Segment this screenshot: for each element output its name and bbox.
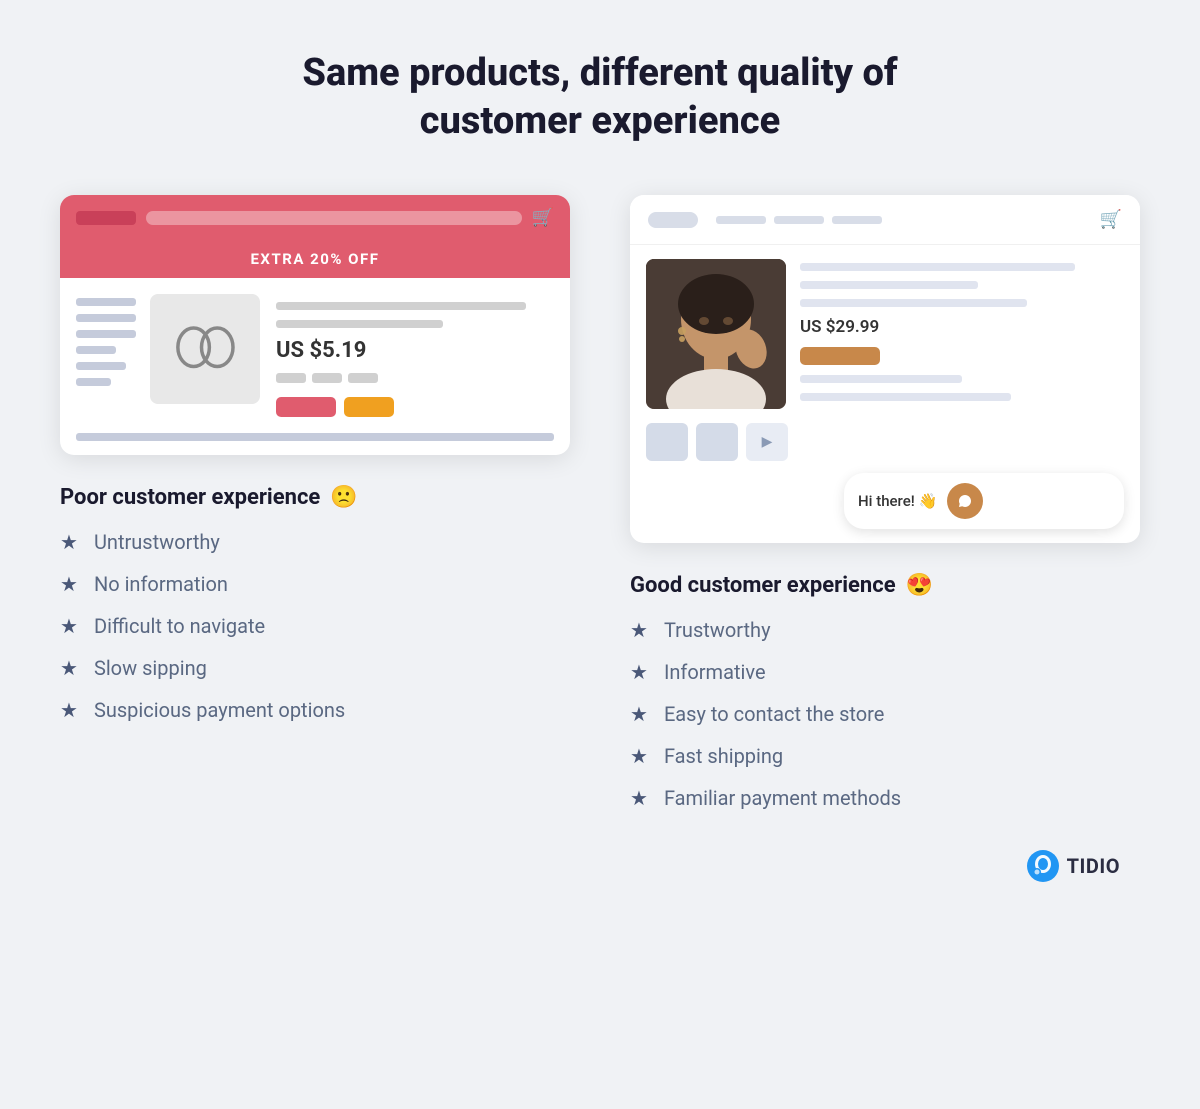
good-feature-3: Easy to contact the store bbox=[664, 702, 884, 726]
good-nav bbox=[716, 216, 1090, 224]
poor-feature-3: Difficult to navigate bbox=[94, 614, 265, 638]
poor-label: Poor customer experience 🙁 bbox=[60, 485, 570, 510]
good-info-line bbox=[800, 375, 962, 383]
star-icon: ★ bbox=[60, 614, 78, 638]
poor-header: 🛒 bbox=[60, 195, 570, 240]
good-info-line bbox=[800, 393, 1011, 401]
good-header: 🛒 bbox=[630, 195, 1140, 245]
poor-attr-box bbox=[276, 373, 306, 383]
good-label-text: Good customer experience bbox=[630, 573, 896, 598]
list-item: ★ Slow sipping bbox=[60, 656, 570, 680]
left-column: 🛒 EXTRA 20% OFF bbox=[60, 195, 570, 810]
good-add-to-cart-button[interactable] bbox=[800, 347, 880, 365]
good-info-line-short bbox=[800, 281, 978, 289]
poor-label-text: Poor customer experience bbox=[60, 485, 320, 510]
poor-buy-button[interactable] bbox=[276, 397, 336, 417]
good-nav-line bbox=[774, 216, 824, 224]
poor-product-image bbox=[150, 294, 260, 404]
good-product-image bbox=[646, 259, 786, 409]
good-product-body: US $29.99 bbox=[630, 245, 1140, 423]
person-silhouette bbox=[646, 259, 786, 409]
poor-title-line bbox=[276, 302, 526, 310]
good-thumbnail[interactable] bbox=[696, 423, 738, 461]
chat-button[interactable] bbox=[947, 483, 983, 519]
sidebar-line bbox=[76, 298, 136, 306]
list-item: ★ No information bbox=[60, 572, 570, 596]
good-nav-line bbox=[716, 216, 766, 224]
sidebar-line bbox=[76, 378, 111, 386]
star-icon: ★ bbox=[630, 618, 648, 642]
list-item: ★ Trustworthy bbox=[630, 618, 1140, 642]
sidebar-line bbox=[76, 314, 136, 322]
poor-footer-line bbox=[76, 433, 554, 441]
poor-product-area: US $5.19 bbox=[150, 294, 554, 417]
comparison-columns: 🛒 EXTRA 20% OFF bbox=[60, 195, 1140, 810]
good-feature-4: Fast shipping bbox=[664, 744, 783, 768]
tidio-brand-name: TIDIO bbox=[1067, 854, 1120, 878]
good-feature-2: Informative bbox=[664, 660, 766, 684]
good-feature-5: Familiar payment methods bbox=[664, 786, 901, 810]
good-product-info: US $29.99 bbox=[800, 259, 1124, 401]
list-item: ★ Familiar payment methods bbox=[630, 786, 1140, 810]
good-info-line bbox=[800, 263, 1075, 271]
poor-attr-box bbox=[348, 373, 378, 383]
star-icon: ★ bbox=[60, 698, 78, 722]
good-thumbnails: ▶ bbox=[630, 423, 1140, 461]
poor-sidebar bbox=[76, 294, 136, 417]
chat-text: Hi there! 👋 bbox=[858, 492, 937, 510]
poor-title-line-short bbox=[276, 320, 443, 328]
star-icon: ★ bbox=[60, 656, 78, 680]
list-item: ★ Difficult to navigate bbox=[60, 614, 570, 638]
poor-mockup: 🛒 EXTRA 20% OFF bbox=[60, 195, 570, 455]
list-item: ★ Fast shipping bbox=[630, 744, 1140, 768]
poor-product-info: US $5.19 bbox=[276, 294, 554, 417]
sidebar-line bbox=[76, 346, 116, 354]
good-info-line bbox=[800, 299, 1027, 307]
poor-cart-button[interactable] bbox=[344, 397, 394, 417]
poor-feature-2: No information bbox=[94, 572, 228, 596]
star-icon: ★ bbox=[630, 702, 648, 726]
list-item: ★ Easy to contact the store bbox=[630, 702, 1140, 726]
poor-attr-box bbox=[312, 373, 342, 383]
good-feature-list: ★ Trustworthy ★ Informative ★ Easy to co… bbox=[630, 618, 1140, 810]
good-cart-icon: 🛒 bbox=[1100, 209, 1122, 230]
poor-feature-1: Untrustworthy bbox=[94, 530, 220, 554]
star-icon: ★ bbox=[630, 786, 648, 810]
star-icon: ★ bbox=[630, 660, 648, 684]
good-price: US $29.99 bbox=[800, 317, 1124, 337]
poor-price: US $5.19 bbox=[276, 338, 554, 363]
sidebar-line bbox=[76, 362, 126, 370]
poor-feature-4: Slow sipping bbox=[94, 656, 207, 680]
right-column: 🛒 bbox=[630, 195, 1140, 810]
poor-search-bar bbox=[146, 211, 522, 225]
page-title: Same products, different quality of cust… bbox=[250, 50, 950, 145]
list-item: ★ Suspicious payment options bbox=[60, 698, 570, 722]
poor-cart-icon: 🛒 bbox=[532, 207, 554, 228]
star-icon: ★ bbox=[60, 572, 78, 596]
star-icon: ★ bbox=[60, 530, 78, 554]
list-item: ★ Untrustworthy bbox=[60, 530, 570, 554]
poor-attr-group bbox=[276, 373, 554, 383]
list-item: ★ Informative bbox=[630, 660, 1140, 684]
tidio-branding: TIDIO bbox=[1027, 850, 1120, 882]
poor-body: US $5.19 bbox=[60, 278, 570, 433]
poor-emoji: 🙁 bbox=[330, 485, 357, 510]
good-thumbnail[interactable] bbox=[646, 423, 688, 461]
tidio-logo-icon bbox=[1027, 850, 1059, 882]
sidebar-line bbox=[76, 330, 136, 338]
poor-promo-bar: EXTRA 20% OFF bbox=[60, 240, 570, 278]
poor-buttons bbox=[276, 397, 554, 417]
good-nav-line bbox=[832, 216, 882, 224]
good-logo bbox=[648, 212, 698, 228]
good-emoji: 😍 bbox=[906, 573, 933, 598]
good-label: Good customer experience 😍 bbox=[630, 573, 1140, 598]
good-mockup: 🛒 bbox=[630, 195, 1140, 543]
poor-header-button bbox=[76, 211, 136, 225]
poor-feature-list: ★ Untrustworthy ★ No information ★ Diffi… bbox=[60, 530, 570, 722]
good-play-thumb[interactable]: ▶ bbox=[746, 423, 788, 461]
star-icon: ★ bbox=[630, 744, 648, 768]
good-feature-1: Trustworthy bbox=[664, 618, 771, 642]
poor-feature-5: Suspicious payment options bbox=[94, 698, 345, 722]
good-chat-bubble: Hi there! 👋 bbox=[844, 473, 1124, 529]
